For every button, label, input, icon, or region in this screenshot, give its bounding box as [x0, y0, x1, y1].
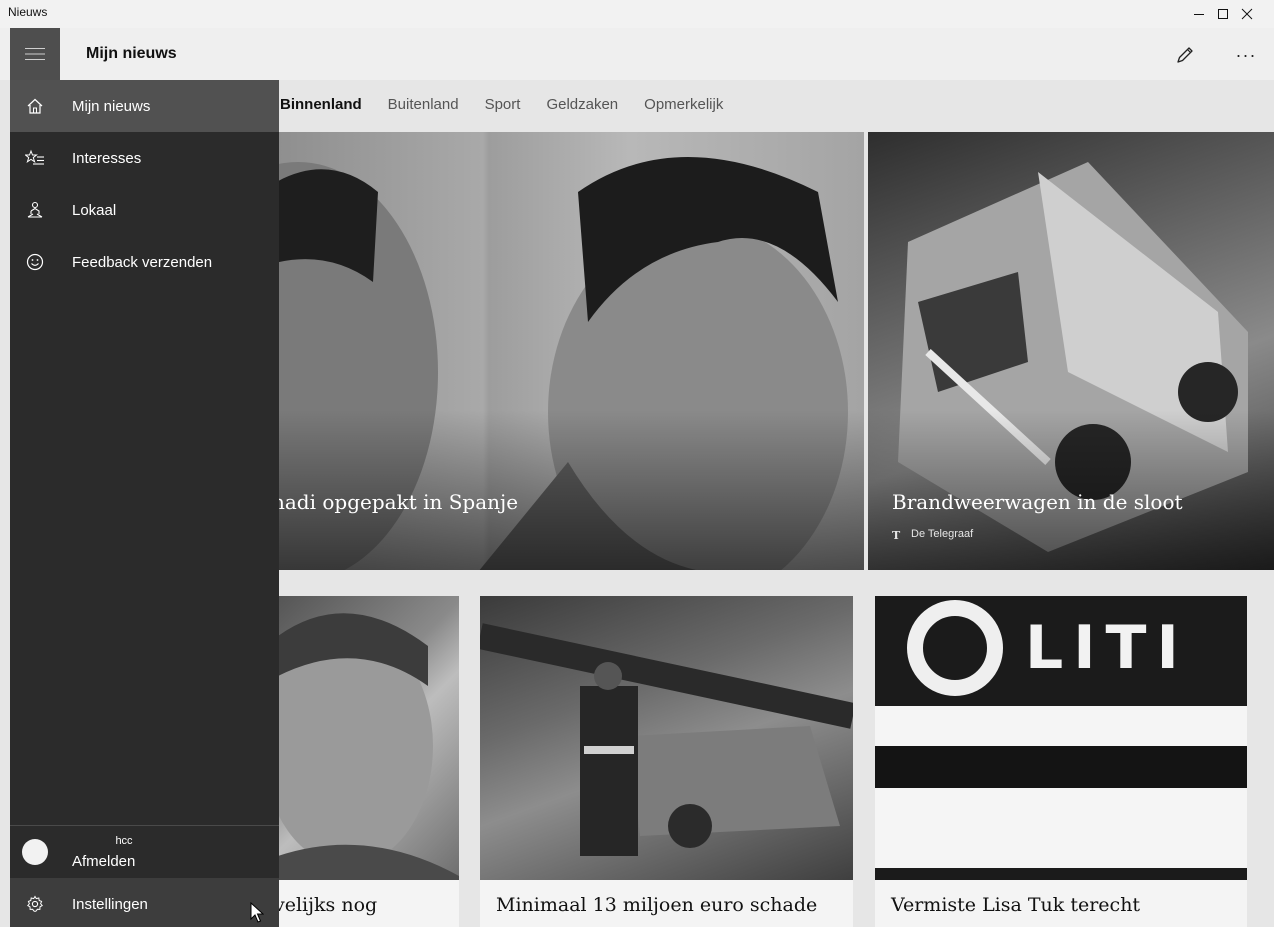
edit-button[interactable] — [1168, 38, 1202, 72]
sign-out-label: Afmelden — [72, 853, 136, 870]
hero-title-2: Brandweerwagen in de sloot — [892, 490, 1183, 514]
tab-geldzaken[interactable]: Geldzaken — [546, 96, 618, 120]
mouse-cursor-icon — [250, 902, 264, 923]
hero-article-1[interactable]: hadi opgepakt in Spanje — [278, 132, 864, 570]
article-source: T De Telegraaf — [892, 528, 973, 540]
gear-icon — [24, 893, 46, 915]
hero-title-1: hadi opgepakt in Spanje — [278, 490, 519, 514]
sidebar-item-feedback[interactable]: Feedback verzenden — [10, 236, 279, 288]
card-photo-2-art — [480, 623, 853, 856]
telegraaf-logo-icon: T — [892, 529, 901, 540]
title-bar: Nieuws — [0, 0, 1274, 28]
sidebar-item-label: Lokaal — [72, 201, 117, 219]
person-location-icon — [24, 199, 46, 221]
article-card-2[interactable]: Minimaal 13 miljoen euro schade — [480, 596, 853, 927]
pencil-icon — [1177, 47, 1193, 63]
card-photo-2 — [480, 596, 853, 880]
sidebar-item-mijn-nieuws[interactable]: Mijn nieuws — [10, 80, 279, 132]
card-photo-1 — [278, 596, 459, 880]
politie-logo-text: LITI — [1025, 613, 1189, 683]
sidebar-item-label: Interesses — [72, 149, 142, 167]
home-icon — [24, 95, 46, 117]
article-card-3[interactable]: LITI Vermiste Lisa Tuk terecht — [875, 596, 1247, 927]
article-card-1[interactable]: velijks nog — [278, 596, 459, 927]
tab-binnenland[interactable]: Binnenland — [280, 96, 362, 120]
app-title: Nieuws — [8, 5, 48, 19]
card-title-1: velijks nog — [278, 894, 378, 916]
hamburger-icon — [25, 48, 45, 60]
card-title-2: Minimaal 13 miljoen euro schade — [496, 894, 818, 916]
sidebar-item-instellingen[interactable]: Instellingen — [10, 878, 279, 927]
account-username: hcc — [115, 835, 133, 847]
star-list-icon — [24, 147, 46, 169]
card-title-3: Vermiste Lisa Tuk terecht — [891, 894, 1141, 916]
card-photo-1-art — [278, 613, 459, 880]
svg-text:T: T — [892, 529, 901, 540]
navigation-pane: Mijn nieuws Interesses Lokaal Feedback v… — [10, 80, 279, 927]
sidebar-item-lokaal[interactable]: Lokaal — [10, 184, 279, 236]
page-title: Mijn nieuws — [86, 45, 177, 62]
more-button[interactable]: ··· — [1228, 38, 1264, 72]
app-header: Mijn nieuws ··· — [0, 28, 1274, 80]
sidebar-item-interesses[interactable]: Interesses — [10, 132, 279, 184]
card-photo-3: LITI — [875, 596, 1247, 880]
news-app-window: Nieuws Mijn nieuws ··· Binnenland Buiten… — [0, 0, 1274, 927]
source-name: De Telegraaf — [911, 528, 974, 540]
card-photo-3-art: LITI — [875, 596, 1247, 868]
close-button[interactable] — [1224, 0, 1270, 28]
tab-sport[interactable]: Sport — [485, 96, 521, 120]
sidebar-item-label: Feedback verzenden — [72, 253, 213, 271]
avatar — [22, 839, 48, 865]
category-tabs: Binnenland Buitenland Sport Geldzaken Op… — [280, 96, 749, 120]
smiley-icon — [24, 251, 46, 273]
sidebar-item-label: Mijn nieuws — [72, 97, 151, 115]
sidebar-item-label: Instellingen — [72, 895, 148, 913]
close-icon — [1241, 8, 1253, 20]
hero-article-2[interactable]: Brandweerwagen in de sloot T De Telegraa… — [868, 132, 1274, 570]
tab-opmerkelijk[interactable]: Opmerkelijk — [644, 96, 723, 120]
menu-button[interactable] — [10, 28, 60, 80]
tab-buitenland[interactable]: Buitenland — [388, 96, 459, 120]
account-button[interactable]: hcc Afmelden — [10, 826, 279, 878]
